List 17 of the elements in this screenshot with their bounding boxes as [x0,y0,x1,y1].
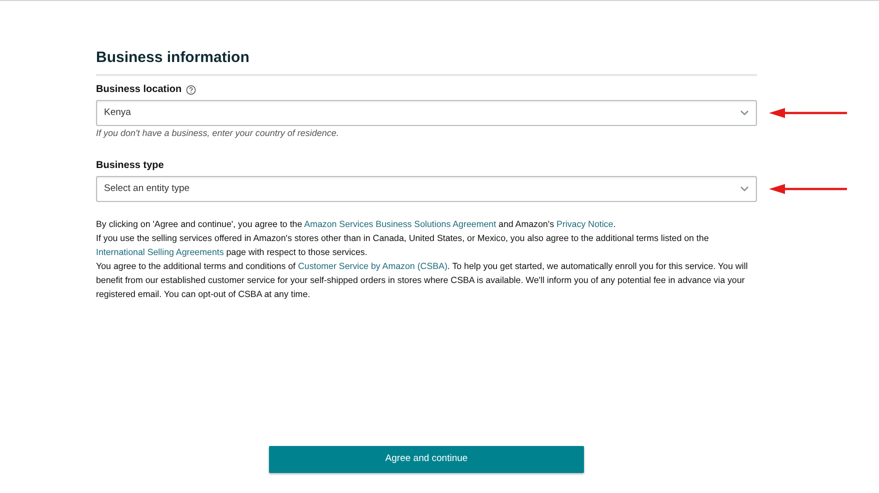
terms-paragraph: By clicking on 'Agree and continue', you agree to the Amazon Services Business Solutions Agreement and Amazon's Privacy Notice. [96,218,617,231]
section-heading: Business information [96,48,250,68]
dropdown-field[interactable]: Select an entity type [96,176,757,202]
link[interactable]: Privacy Notice [556,219,614,229]
link[interactable]: Customer Service by Amazon (CSBA) [298,261,448,271]
help-icon[interactable] [186,85,196,95]
field-label: Business location [96,83,182,97]
link[interactable]: International Selling Agreements [96,247,224,257]
agree-button[interactable]: Agree and continue [269,446,584,473]
link[interactable]: Amazon Services Business Solutions Agreement [304,219,496,229]
terms-paragraph: You agree to the additional terms and conditions of Customer Service by Amazon (CSBA). To help you get started, we automatically enroll you for this service. You will benefit from our established customer service for your self-shipped orders in stores where CSBA is available. We'll inform you of any potential fee in advance via your registered email. You can opt-out of CSBA at any time. [96,260,749,301]
chevron-down-icon [740,110,749,116]
field-label: Business type [96,159,164,173]
hint-text: If you don't have a business, enter your country of residence. [96,127,340,140]
terms-paragraph: If you use the selling services offered in Amazon's stores other than in Canada, United States, or Mexico, you also agree to the additional terms listed on the International Selling Agreements page with respect to those services. [96,232,710,259]
dropdown-field[interactable]: Kenya [96,100,757,126]
chevron-down-icon [740,186,749,192]
